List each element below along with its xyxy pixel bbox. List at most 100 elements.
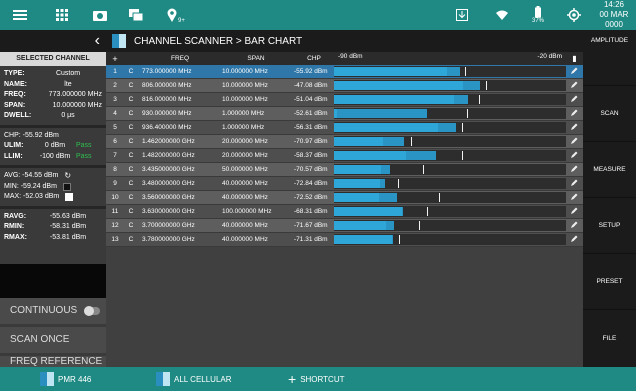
left-panel: ‹ SELECTED CHANNEL TYPE: Custom NAME: lte … <box>0 30 106 367</box>
setup-button[interactable]: SETUP <box>583 198 636 255</box>
row-chp: -72.52 dBm <box>294 194 328 201</box>
row-number: 1 <box>113 68 117 75</box>
back-button[interactable]: ‹ <box>0 30 106 52</box>
llim-key: LLIM: <box>4 152 23 160</box>
gps-badge: 9+ <box>178 18 185 24</box>
edit-icon[interactable] <box>566 137 583 146</box>
max-hold-marker <box>464 67 466 76</box>
limits-info: CHP: -55.92 dBm ULIM: 0 dBm Pass LLIM: -100… <box>0 131 106 163</box>
preset-button[interactable]: PRESET <box>583 254 636 311</box>
add-row-button[interactable]: + <box>106 54 124 64</box>
edit-icon[interactable] <box>566 179 583 188</box>
max-readout: MAX: -52.03 dBm <box>4 193 60 200</box>
reset-icon[interactable]: ↻ <box>64 171 71 182</box>
row-freq: 936.400000 MHz <box>142 124 192 131</box>
battery-icon: 37% <box>526 4 550 26</box>
add-shortcut-button[interactable]: + SHORTCUT <box>288 367 344 391</box>
table-row[interactable]: 1 C 773.000000 MHz 10.000000 MHz -55.92 dBm <box>106 65 583 79</box>
row-type: C <box>128 82 134 89</box>
toggle-switch[interactable] <box>84 306 100 316</box>
row-freq: 3.700000000 GHz <box>142 222 195 229</box>
table-row[interactable]: 7 C 1.482000000 GHz 20.000000 MHz -58.37 dBm <box>106 149 583 163</box>
row-span: 20.000000 MHz <box>222 138 268 145</box>
file-button[interactable]: FILE <box>583 310 636 366</box>
row-number: 13 <box>111 236 119 243</box>
ulim-status: Pass <box>76 142 92 149</box>
gps-icon[interactable]: 9+ <box>160 4 185 26</box>
table-row[interactable]: 4 C 930.000000 MHz 1.000000 MHz -52.61 dBm <box>106 107 583 121</box>
table-header: + FREQ SPAN CHP -90 dBm -20 dBm ▮ <box>106 52 583 65</box>
power-bar-peak <box>391 235 394 244</box>
table-row[interactable]: 11 C 3.630000000 GHz 100.000000 MHz -68.31 d… <box>106 205 583 219</box>
table-row[interactable]: 3 C 816.000000 MHz 10.000000 MHz -51.04 dBm <box>106 93 583 107</box>
wifi-icon[interactable] <box>490 4 514 26</box>
max-hold-marker <box>422 165 424 174</box>
selected-channel-info: TYPE: Custom NAME: lte FREQ: 773.000000 MHz… <box>0 66 106 122</box>
power-bar-current <box>334 123 439 132</box>
table-row[interactable]: 8 C 3.435000000 GHz 50.000000 MHz -70.57 dBm <box>106 163 583 177</box>
row-span: 50.000000 MHz <box>222 166 268 173</box>
edit-icon[interactable] <box>566 123 583 132</box>
edit-icon[interactable] <box>566 165 583 174</box>
row-span: 10.000000 MHz <box>222 96 268 103</box>
row-type: C <box>128 96 134 103</box>
dwell-value: 0 μs <box>61 112 75 119</box>
measure-button[interactable]: MEASURE <box>583 142 636 199</box>
scale-max: -20 dBm <box>537 53 562 60</box>
table-row[interactable]: 2 C 806.000000 MHz 10.000000 MHz -47.08 dBm <box>106 79 583 93</box>
freq-reference-button[interactable]: FREQ REFERENCE <box>0 356 106 367</box>
row-chp: -68.31 dBm <box>294 208 328 215</box>
llim-status: Pass <box>76 152 92 160</box>
power-bar-peak <box>453 95 469 104</box>
edit-icon[interactable] <box>566 151 583 160</box>
row-number: 7 <box>113 152 117 159</box>
row-number: 8 <box>113 166 117 173</box>
max-hold-marker <box>478 95 480 104</box>
scan-once-button[interactable]: SCAN ONCE <box>0 327 106 353</box>
shortcut-pmr446[interactable]: PMR 446 <box>40 367 91 391</box>
max-marker-icon <box>65 193 74 202</box>
top-bar: 9+ 37% 14:26 00 MAR 0000 <box>0 0 636 30</box>
table-row[interactable]: 6 C 1.462000000 GHz 20.000000 MHz -70.97 dBm <box>106 135 583 149</box>
scan-button[interactable]: SCAN <box>583 86 636 143</box>
edit-icon[interactable] <box>566 193 583 202</box>
table-row[interactable]: 5 C 936.400000 MHz 1.000000 MHz -56.31 dBm <box>106 121 583 135</box>
table-row[interactable]: 13 C 3.780000000 GHz 40.000000 MHz -71.31 dB… <box>106 233 583 247</box>
edit-icon[interactable] <box>566 207 583 216</box>
row-chp: -56.31 dBm <box>294 124 328 131</box>
menu-icon[interactable] <box>8 4 32 26</box>
shortcut-all-cellular-label: ALL CELLULAR <box>174 374 232 384</box>
divider <box>0 124 106 128</box>
download-icon[interactable] <box>450 4 474 26</box>
span-key: SPAN: <box>4 101 26 109</box>
table-row[interactable]: 9 C 3.480000000 GHz 40.000000 MHz -72.84 dBm <box>106 177 583 191</box>
edit-icon[interactable] <box>566 95 583 104</box>
power-bar <box>334 108 566 119</box>
power-bar <box>334 122 566 133</box>
edit-icon[interactable] <box>566 221 583 230</box>
row-chp: -70.57 dBm <box>294 166 328 173</box>
amplitude-button[interactable]: AMPLITUDE <box>583 30 636 87</box>
row-number: 9 <box>113 180 117 187</box>
shortcut-all-cellular[interactable]: ALL CELLULAR <box>156 367 232 391</box>
crosshair-icon[interactable] <box>562 4 586 26</box>
shortcut-pmr446-label: PMR 446 <box>58 374 92 384</box>
camera-icon[interactable] <box>88 4 112 26</box>
edit-icon[interactable] <box>566 235 583 244</box>
edit-icon[interactable] <box>566 81 583 90</box>
delete-icon[interactable]: ▮ <box>566 54 583 63</box>
row-span: 1.000000 MHz <box>222 124 265 131</box>
max-hold-marker <box>461 151 463 160</box>
edit-icon[interactable] <box>566 67 583 76</box>
dwell-key: DWELL: <box>4 112 32 119</box>
apps-icon[interactable] <box>50 4 74 26</box>
continuous-toggle[interactable]: CONTINUOUS <box>0 298 106 324</box>
breadcrumb: CHANNEL SCANNER > BAR CHART <box>134 35 303 47</box>
folder-icon[interactable] <box>124 4 148 26</box>
table-row[interactable]: 10 C 3.560000000 GHz 40.000000 MHz -72.52 dB… <box>106 191 583 205</box>
power-bar <box>334 80 566 91</box>
row-freq: 3.780000000 GHz <box>142 236 195 243</box>
power-bar-peak <box>380 179 386 188</box>
table-row[interactable]: 12 C 3.700000000 GHz 40.000000 MHz -71.67 dB… <box>106 219 583 233</box>
edit-icon[interactable] <box>566 109 583 118</box>
